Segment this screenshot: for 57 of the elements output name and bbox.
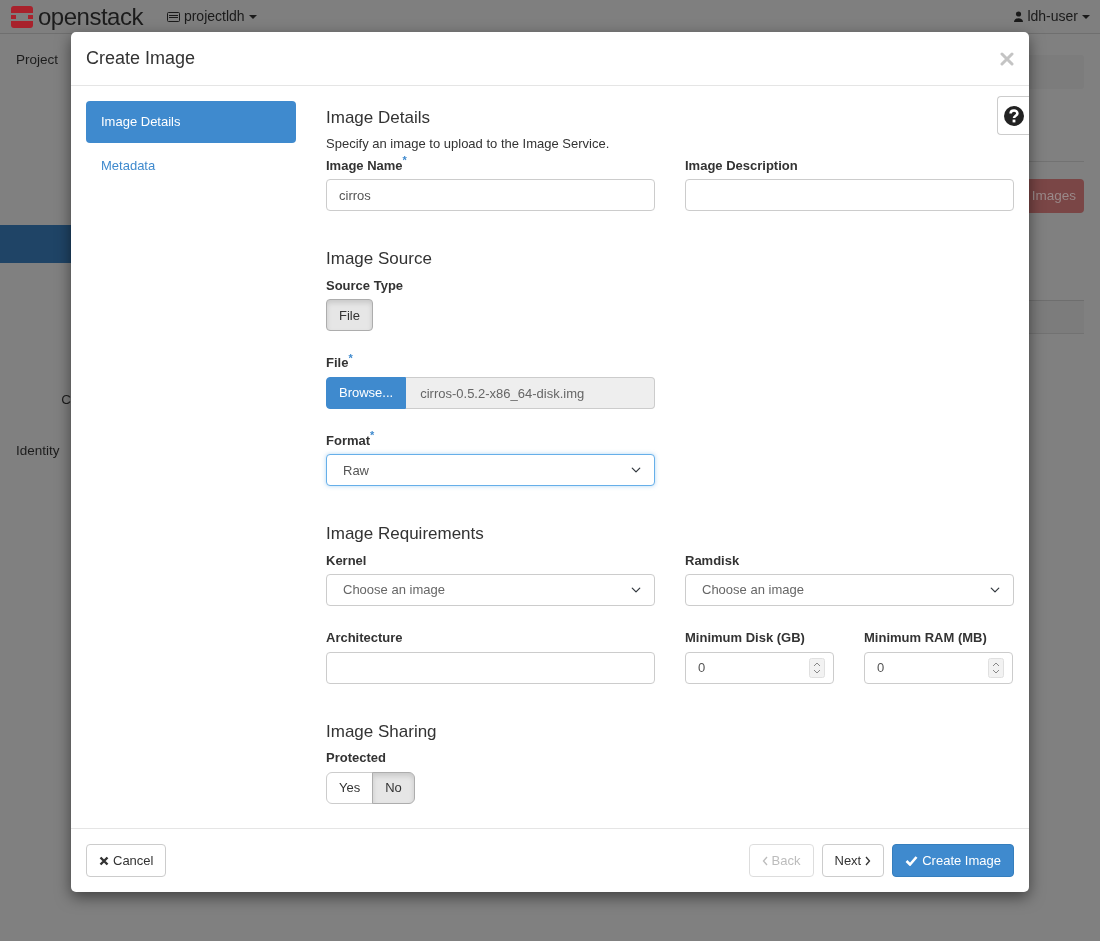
field-label: Ramdisk xyxy=(685,551,741,570)
server-icon xyxy=(166,10,180,23)
user-menu[interactable]: ldh-user xyxy=(1014,6,1090,27)
next-button[interactable]: Next xyxy=(821,844,885,877)
spinner-icon xyxy=(809,657,825,678)
cancel-button[interactable]: Cancel xyxy=(86,844,167,877)
number-field[interactable]: 0 xyxy=(685,651,834,684)
sidebar-item[interactable]: Project xyxy=(0,40,71,81)
section-description: Specify an image to upload to the Image Service. xyxy=(326,135,611,154)
sidebar-item[interactable] xyxy=(0,225,71,264)
text-field[interactable] xyxy=(326,651,655,684)
toggle-button[interactable]: File xyxy=(326,299,373,332)
field-label: Architecture xyxy=(326,629,404,648)
user-icon xyxy=(1014,11,1024,22)
text-field[interactable]: cirros xyxy=(326,179,655,212)
select-field[interactable]: Choose an image xyxy=(685,574,1014,607)
field-label: Image Description xyxy=(685,156,799,175)
text-field[interactable] xyxy=(685,179,1014,212)
spinner-icon xyxy=(988,657,1004,678)
file-name-field[interactable]: cirros-0.5.2-x86_64-disk.img xyxy=(406,376,655,409)
field-label: Kernel xyxy=(326,551,368,570)
check-icon xyxy=(905,855,919,866)
chevron-left-icon xyxy=(761,855,768,866)
sidebar-item[interactable]: C xyxy=(0,380,71,421)
help-button[interactable] xyxy=(997,96,1029,135)
section-title: Image Sharing xyxy=(326,721,438,743)
select-field[interactable]: Raw xyxy=(326,454,655,487)
project-menu[interactable]: projectldh xyxy=(166,6,257,27)
toggle-button[interactable]: Yes xyxy=(326,771,374,804)
step-tab[interactable]: Image Details xyxy=(86,101,296,143)
chevron-right-icon xyxy=(865,855,872,866)
dialog-title: Create Image xyxy=(86,47,196,70)
field-label: Minimum RAM (MB) xyxy=(864,629,988,648)
caret-icon xyxy=(248,14,257,19)
field-label: File$^{*}$ xyxy=(326,353,354,373)
number-field[interactable]: 0 xyxy=(864,651,1013,684)
create-image-button[interactable]: Create Image xyxy=(892,844,1014,877)
help-icon xyxy=(1003,105,1024,126)
toggle-button[interactable]: No xyxy=(372,771,415,804)
section-title: Image Source xyxy=(326,249,433,270)
field-label: Format$^{*}$ xyxy=(326,430,376,450)
sidebar-item[interactable]: Identity xyxy=(0,430,71,471)
section-title: Image Requirements xyxy=(326,524,485,545)
field-label: Minimum Disk (GB) xyxy=(685,629,806,648)
close-icon xyxy=(1000,51,1014,66)
brand-name[interactable]: openstack xyxy=(38,4,143,29)
select-field[interactable]: Choose an image xyxy=(326,574,655,607)
close-button[interactable] xyxy=(1000,51,1014,66)
field-label: Source Type xyxy=(326,276,404,295)
browse-button[interactable]: Browse... xyxy=(326,376,407,409)
section-title: Image Details xyxy=(326,108,431,129)
close-icon xyxy=(99,855,109,866)
field-label: Protected xyxy=(326,749,387,768)
step-tab[interactable]: Metadata xyxy=(86,144,296,186)
logo-icon xyxy=(10,4,34,29)
field-label: Image Name$^{*}$ xyxy=(326,155,408,175)
caret-icon xyxy=(1082,14,1090,19)
